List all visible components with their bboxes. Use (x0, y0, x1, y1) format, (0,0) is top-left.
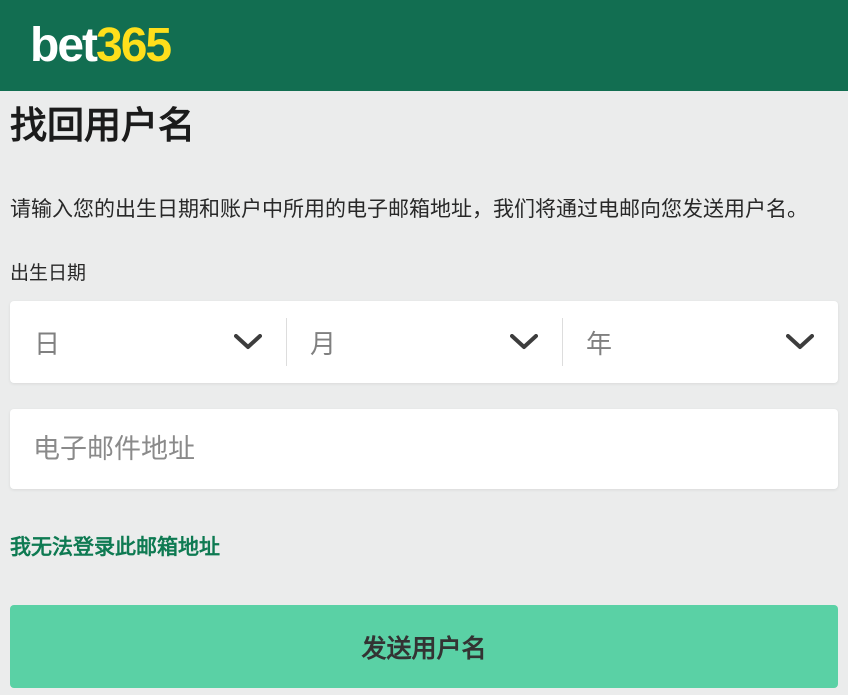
send-username-button[interactable]: 发送用户名 (10, 605, 838, 688)
chevron-down-icon (786, 334, 814, 350)
email-input[interactable] (10, 409, 838, 489)
main-content: 找回用户名 请输入您的出生日期和账户中所用的电子邮箱地址，我们将通过电邮向您发送… (0, 104, 848, 688)
year-select[interactable]: 年 (562, 301, 838, 383)
day-select[interactable]: 日 (10, 301, 286, 383)
dob-select-row: 日 月 年 (10, 301, 838, 383)
header: bet365 (0, 0, 848, 91)
cannot-access-email-link[interactable]: 我无法登录此邮箱地址 (10, 531, 220, 561)
month-select[interactable]: 月 (286, 301, 562, 383)
page-title: 找回用户名 (10, 104, 838, 148)
logo-bet-text: bet (30, 19, 96, 72)
instructions-text: 请输入您的出生日期和账户中所用的电子邮箱地址，我们将通过电邮向您发送用户名。 (10, 196, 838, 223)
chevron-down-icon (234, 334, 262, 350)
dob-label: 出生日期 (10, 262, 838, 286)
logo-365-text: 365 (96, 19, 170, 72)
bet365-logo[interactable]: bet365 (30, 22, 170, 70)
month-select-value: 月 (310, 324, 336, 361)
chevron-down-icon (510, 334, 538, 350)
email-field-container (10, 409, 838, 489)
year-select-value: 年 (586, 324, 612, 361)
day-select-value: 日 (34, 324, 60, 361)
